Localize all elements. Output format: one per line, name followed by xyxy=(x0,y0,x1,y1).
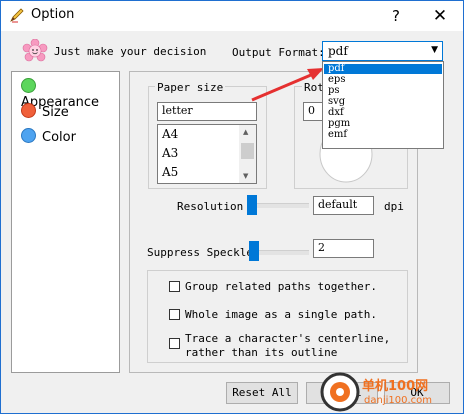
watermark-logo-icon xyxy=(320,372,360,412)
dropdown-option-pdf[interactable]: pdf xyxy=(324,64,442,74)
dropdown-option-svg[interactable]: svg xyxy=(324,97,442,107)
dropdown-option-pgm[interactable]: pgm xyxy=(324,119,442,129)
dropdown-option-emf[interactable]: emf xyxy=(324,130,442,140)
dropdown-option-ps[interactable]: ps xyxy=(324,86,442,96)
output-format-dropdown[interactable]: pdf eps ps svg dxf pgm emf xyxy=(322,61,444,149)
watermark-url: danji100.com xyxy=(364,395,432,406)
dropdown-option-dxf[interactable]: dxf xyxy=(324,108,442,118)
dropdown-option-eps[interactable]: eps xyxy=(324,75,442,85)
watermark-text: 单机100网 xyxy=(362,379,429,394)
